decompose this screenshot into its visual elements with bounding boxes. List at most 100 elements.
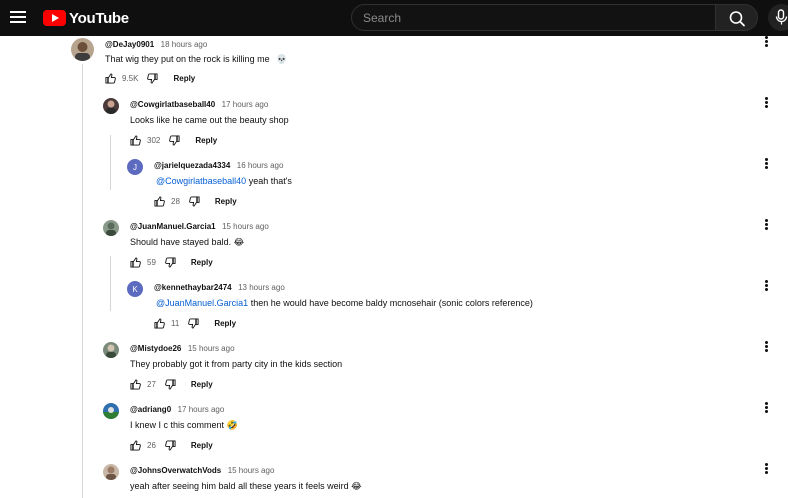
more-actions-icon[interactable]: [763, 279, 769, 292]
search-button[interactable]: [715, 4, 758, 31]
skull-emoji: 💀: [276, 54, 288, 64]
search-input[interactable]: Search: [351, 4, 716, 31]
comment-header: @JohnsOverwatchVods 15 hours ago: [130, 463, 274, 477]
avatar[interactable]: [103, 220, 119, 236]
voice-search-button[interactable]: [768, 4, 788, 31]
more-actions-icon[interactable]: [763, 35, 769, 48]
comment-timestamp[interactable]: 15 hours ago: [188, 344, 235, 353]
dislike-button[interactable]: [169, 134, 180, 146]
comment-author[interactable]: @kennethaybar2474: [154, 283, 232, 292]
comment-header: @Cowgirlatbaseball40 17 hours ago: [130, 97, 268, 111]
youtube-logo-text: YouTube: [69, 9, 129, 27]
avatar[interactable]: [103, 342, 119, 358]
comment-author[interactable]: @JuanManuel.Garcia1: [130, 222, 216, 231]
like-button[interactable]: 59: [130, 256, 156, 268]
reply-button[interactable]: Reply: [191, 441, 213, 450]
comment-timestamp[interactable]: 17 hours ago: [222, 100, 269, 109]
hamburger-menu-icon[interactable]: [10, 9, 26, 25]
avatar-letter: J: [133, 162, 137, 172]
comment-actions: 26 Reply: [130, 438, 213, 452]
comment-actions: 302 Reply: [130, 133, 217, 147]
comment-timestamp[interactable]: 16 hours ago: [237, 161, 284, 170]
like-count: 302: [147, 135, 161, 145]
comment-header: @JuanManuel.Garcia1 15 hours ago: [130, 219, 269, 233]
comment-header: @adriang0 17 hours ago: [130, 402, 224, 416]
thumbs-down-icon: [188, 317, 199, 329]
thumbs-up-icon: [154, 195, 165, 207]
comment-author[interactable]: @DeJay0901: [105, 40, 154, 49]
comment-author[interactable]: @jarielquezada4334: [154, 161, 230, 170]
more-actions-icon[interactable]: [763, 462, 769, 475]
reply-button[interactable]: Reply: [173, 74, 195, 83]
comment-timestamp[interactable]: 17 hours ago: [178, 405, 225, 414]
reply-thread-line: [110, 135, 111, 190]
more-actions-icon[interactable]: [763, 401, 769, 414]
reply-button[interactable]: Reply: [215, 197, 237, 206]
thumbs-up-icon: [154, 317, 165, 329]
comment-author[interactable]: @Cowgirlatbaseball40: [130, 100, 215, 109]
youtube-play-icon: [43, 10, 66, 26]
thumbs-up-icon: [130, 134, 141, 146]
like-count: 27: [147, 379, 156, 389]
dislike-button[interactable]: [188, 317, 199, 329]
dislike-button[interactable]: [165, 256, 176, 268]
reply-button[interactable]: Reply: [191, 258, 213, 267]
avatar[interactable]: K: [127, 281, 143, 297]
comment-text: @Cowgirlatbaseball40 yeah that's: [156, 175, 292, 187]
thumbs-up-icon: [130, 256, 141, 268]
comment-timestamp[interactable]: 15 hours ago: [222, 222, 269, 231]
thumbs-up-icon: [105, 72, 116, 84]
youtube-logo[interactable]: YouTube: [43, 9, 129, 27]
comment-author[interactable]: @adriang0: [130, 405, 171, 414]
avatar[interactable]: J: [127, 159, 143, 175]
dislike-button[interactable]: [147, 72, 159, 84]
comment-body: Should have stayed bald.: [130, 237, 232, 247]
avatar[interactable]: [103, 98, 119, 114]
comment-text: I knew I c this comment 🤣: [130, 419, 238, 431]
comment-timestamp[interactable]: 15 hours ago: [228, 466, 275, 475]
thumbs-down-icon: [165, 256, 176, 268]
comment-author[interactable]: @JohnsOverwatchVods: [130, 466, 221, 475]
rolling-laughing-emoji: 🤣: [226, 420, 238, 430]
comment-actions: 11 Reply: [154, 316, 236, 330]
comment-header: @jarielquezada4334 16 hours ago: [154, 158, 283, 172]
comment-text: yeah after seeing him bald all these yea…: [130, 480, 362, 492]
comment-author[interactable]: @Mistydoe26: [130, 344, 181, 353]
dislike-button[interactable]: [165, 378, 176, 390]
mention-link[interactable]: @JuanManuel.Garcia1: [156, 298, 248, 308]
like-button[interactable]: 302: [130, 134, 161, 146]
comment-body: then he would have become baldy mcnoseha…: [248, 298, 533, 308]
reply-thread-line: [110, 256, 111, 311]
dislike-button[interactable]: [189, 195, 200, 207]
more-actions-icon[interactable]: [763, 157, 769, 170]
comment-timestamp[interactable]: 18 hours ago: [161, 40, 208, 49]
like-button[interactable]: 27: [130, 378, 156, 390]
avatar[interactable]: [103, 464, 119, 480]
more-actions-icon[interactable]: [763, 96, 769, 109]
like-button[interactable]: 28: [154, 195, 180, 207]
more-actions-icon[interactable]: [763, 218, 769, 231]
like-button[interactable]: 26: [130, 439, 156, 451]
thumbs-down-icon: [147, 72, 159, 84]
dislike-button[interactable]: [165, 439, 176, 451]
reply-button[interactable]: Reply: [214, 319, 236, 328]
like-count: 9.5K: [122, 73, 139, 83]
thread-line: [82, 64, 83, 498]
avatar[interactable]: [71, 38, 94, 61]
like-button[interactable]: 11: [154, 317, 179, 329]
avatar-letter: K: [132, 284, 138, 294]
comment-actions: 28 Reply: [154, 194, 237, 208]
comment-header: @Mistydoe26 15 hours ago: [130, 341, 235, 355]
like-button[interactable]: 9.5K: [105, 72, 139, 84]
like-count: 26: [147, 440, 156, 450]
thumbs-down-icon: [165, 378, 176, 390]
reply-button[interactable]: Reply: [191, 380, 213, 389]
comment-actions: 59 Reply: [130, 255, 213, 269]
more-actions-icon[interactable]: [763, 340, 769, 353]
search-icon: [729, 11, 745, 27]
comment-timestamp[interactable]: 13 hours ago: [238, 283, 285, 292]
reply-button[interactable]: Reply: [195, 136, 217, 145]
avatar[interactable]: [103, 403, 119, 419]
search-placeholder: Search: [363, 10, 402, 25]
mention-link[interactable]: @Cowgirlatbaseball40: [156, 176, 246, 186]
